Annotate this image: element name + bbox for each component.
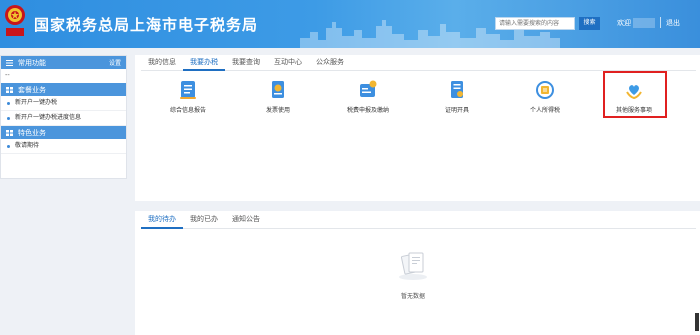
report-icon [180,81,196,99]
function-invoice[interactable]: 发票使用 [238,80,318,114]
function-label: 个人所得税 [529,108,560,114]
sidebar-section-featured[interactable]: 特色业务 [1,126,126,139]
bullet-icon [7,101,10,105]
sidebar-item-label: 新开户一键办税 [15,99,58,106]
function-tax-declaration[interactable]: 税费申报及缴纳 [328,80,408,114]
function-label: 综合信息报告 [169,108,206,114]
username-redacted [633,18,655,28]
tax-declaration-icon [360,80,377,97]
sidebar-section-package[interactable]: 套餐业务 [1,83,126,96]
tab-notice[interactable]: 通知公告 [225,212,267,229]
tab-query[interactable]: 我要查询 [225,55,267,71]
empty-data-icon [399,252,427,280]
function-label: 发票使用 [265,108,290,114]
function-report[interactable]: 综合信息报告 [148,80,228,114]
sidebar-item-label: 新开户一键办税进度信息 [15,114,82,121]
sidebar-item-new-account[interactable]: 新开户一键办税 [1,96,126,111]
sidebar-section-title: 特色业务 [18,129,46,137]
welcome-text: 欢迎 [617,20,631,27]
invoice-icon [272,81,284,98]
sidebar-common-empty: -- [5,72,10,79]
certificate-icon [451,81,463,98]
header-bar: 国家税务总局上海市电子税务局 搜索 欢迎 退出 [0,0,700,48]
main-tabs: 我的信息 我要办税 我要查询 互动中心 公众服务 [141,55,696,71]
tab-my-info[interactable]: 我的信息 [141,55,183,71]
function-certificate[interactable]: 证明开具 [417,80,497,114]
tab-my-todo[interactable]: 我的待办 [141,212,183,229]
tab-interaction-center[interactable]: 互动中心 [267,55,309,71]
logout-link[interactable]: 退出 [666,18,680,28]
sidebar: 常用功能 设置 -- 套餐业务 新开户一键办税 新开户一键办税进度信息 特色业务… [0,55,127,179]
empty-data-text: 暂无数据 [400,294,425,300]
task-tabs: 我的待办 我的已办 通知公告 [141,212,696,229]
search-input[interactable] [495,17,575,30]
sidebar-common-header: 常用功能 设置 [1,56,126,69]
function-personal-income-tax[interactable]: 个人所得税 [505,80,585,114]
sidebar-item-coming-soon[interactable]: 敬请期待 [1,139,126,154]
sidebar-section-title: 套餐业务 [18,86,46,94]
tax-bureau-emblem-logo [5,5,25,36]
scrollbar-edge[interactable] [695,313,699,331]
grid-icon [6,129,13,136]
menu-icon [6,59,13,66]
tab-public-service[interactable]: 公众服务 [309,55,351,71]
search-button[interactable]: 搜索 [579,17,600,30]
highlight-box-other-services [603,71,667,118]
sidebar-common-title: 常用功能 [18,59,46,67]
personal-income-tax-icon [536,81,554,99]
sidebar-item-new-account-progress[interactable]: 新开户一键办税进度信息 [1,111,126,126]
bullet-icon [7,144,10,148]
sidebar-settings-link[interactable]: 设置 [109,58,121,67]
tab-my-done[interactable]: 我的已办 [183,212,225,229]
function-label: 税费申报及缴纳 [346,108,389,114]
bullet-icon [7,116,10,120]
grid-icon [6,86,13,93]
site-title: 国家税务总局上海市电子税务局 [34,17,259,34]
sidebar-item-label: 敬请期待 [15,142,40,149]
function-label: 证明开具 [444,108,469,114]
header-divider [660,17,661,28]
task-panel: 我的待办 我的已办 通知公告 暂无数据 [135,211,700,335]
tab-tax-handling[interactable]: 我要办税 [183,55,225,71]
